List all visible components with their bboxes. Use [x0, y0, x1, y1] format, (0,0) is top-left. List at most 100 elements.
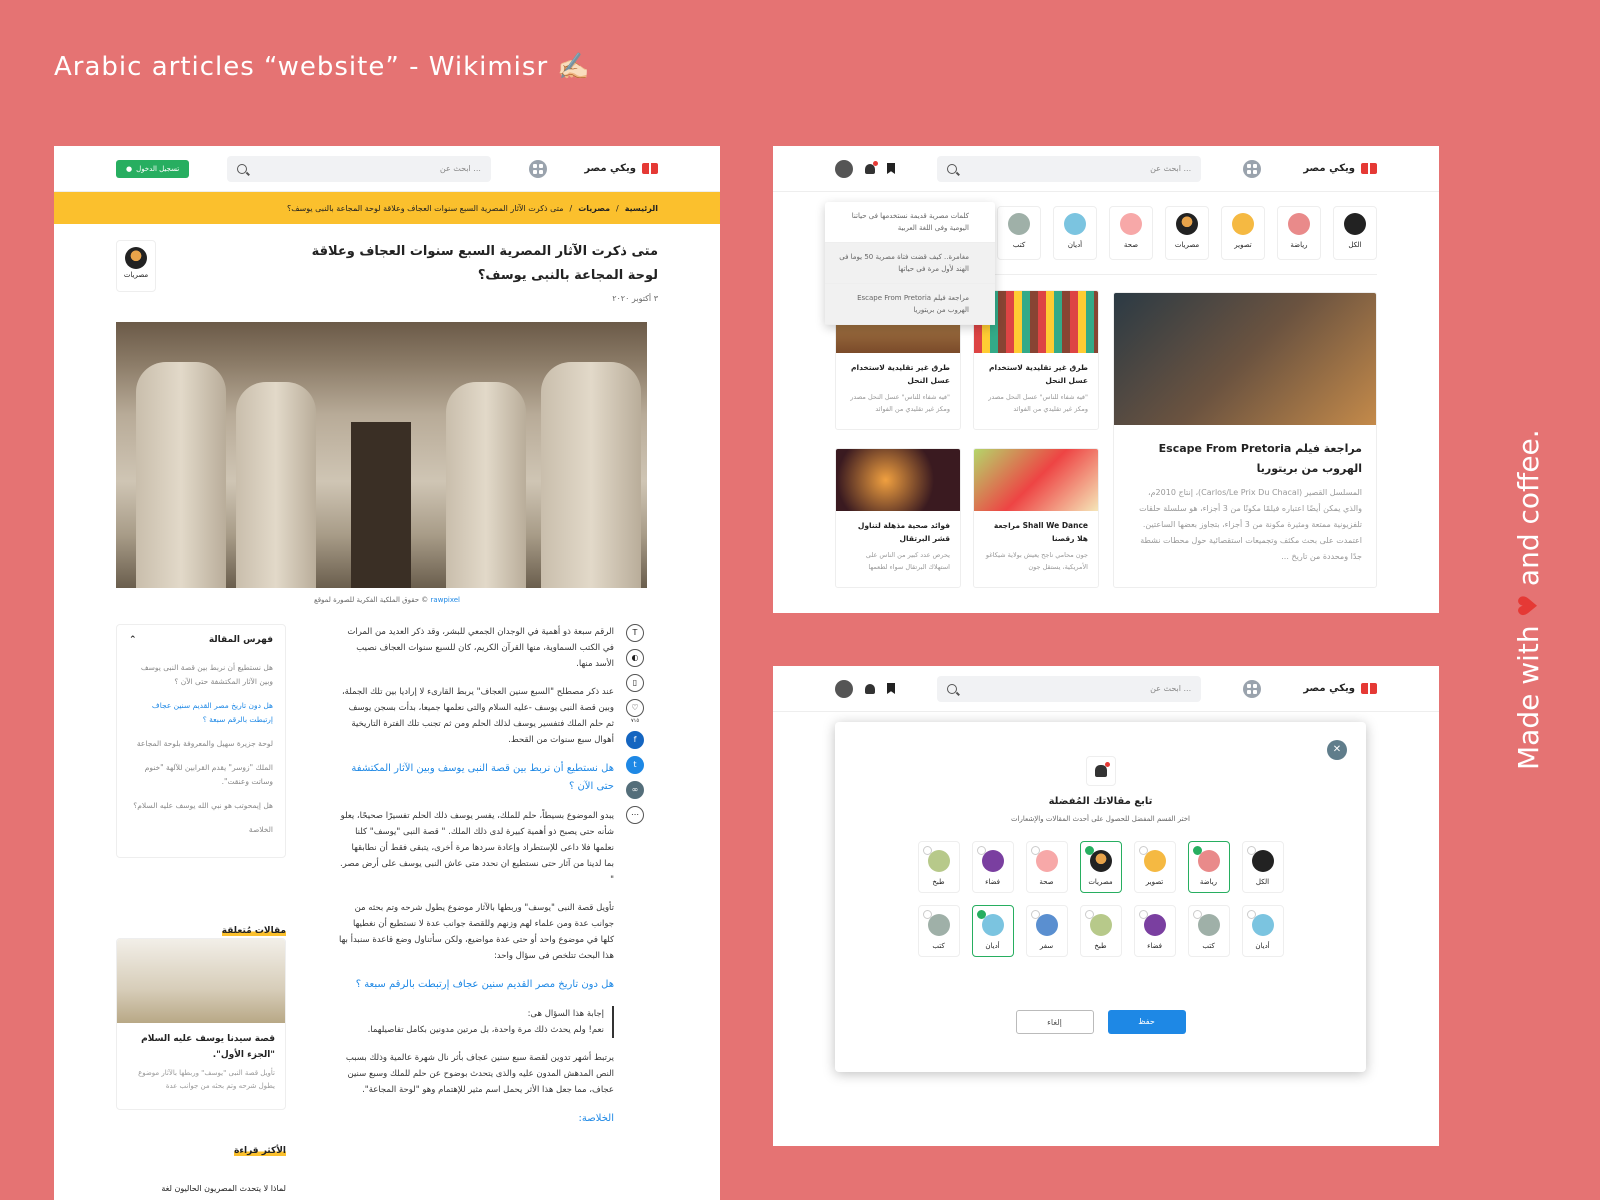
made-with-text: Made with ♥ and coffee.: [1512, 429, 1545, 770]
made-with-prefix: Made with: [1512, 625, 1545, 770]
close-icon[interactable]: ✕: [1327, 740, 1347, 760]
popular-title: الأكثر قراءة: [234, 1146, 286, 1156]
category-item[interactable]: رياضة: [1277, 206, 1321, 260]
category-item[interactable]: أديان: [1053, 206, 1097, 260]
article-panel: ● تسجيل الدخول ابحث عن ... ويكي مصر الرئي…: [54, 146, 720, 1200]
toc-item[interactable]: لوحة جزيرة سهيل والمعروفة بلوحة المجاعة: [129, 737, 273, 751]
category-option[interactable]: فضاء: [971, 841, 1014, 893]
category-item[interactable]: كتب: [997, 206, 1041, 260]
category-avatar: [125, 247, 147, 269]
search-input[interactable]: ابحث عن ...: [937, 155, 1202, 182]
save-button[interactable]: حفظ: [1107, 1010, 1186, 1034]
category-option[interactable]: أديان: [971, 905, 1014, 957]
modal-subtitle: اختر القسم المفضل للحصول على أحدث المقال…: [1011, 815, 1190, 823]
credit-link[interactable]: rawpixel: [431, 596, 460, 604]
toc-item[interactable]: هل نستطيع أن نربط بين قصة النبى يوسف وبي…: [129, 661, 273, 689]
notification-item[interactable]: كلمات مصرية قديمة نستخدمها فى حياتنا الي…: [825, 202, 995, 243]
category-badge[interactable]: مصريات: [116, 240, 156, 292]
twitter-icon[interactable]: t: [626, 756, 644, 774]
page-title: Arabic articles “website” - Wikimisr ✍🏻: [54, 52, 591, 82]
search-icon: [947, 163, 958, 174]
bell-icon[interactable]: [865, 160, 878, 174]
search-icon: [236, 163, 247, 174]
font-size-icon[interactable]: T: [626, 624, 644, 642]
heart-icon: ♥: [1513, 594, 1544, 618]
logo[interactable]: ويكي مصر: [1303, 683, 1377, 694]
logo[interactable]: ويكي مصر: [1303, 163, 1377, 174]
book-icon: [1360, 163, 1377, 174]
apps-icon[interactable]: [528, 159, 547, 178]
category-item[interactable]: الكل: [1333, 206, 1377, 260]
modal-title: تابع مقالاتك المُفضلة: [1048, 796, 1153, 807]
share-bar: T ◐ ▯ ♡ ٧١٥ f t ∞ ⋯: [626, 624, 646, 831]
category-grid: الكل رياضة تصوير مصريات صحة فضاء طبخ أدي…: [911, 841, 1291, 957]
category-option[interactable]: أديان: [1241, 905, 1284, 957]
paragraph: يبدو الموضوع بسيطاً، حلم للملك، يفسر يوس…: [339, 811, 614, 885]
link-icon[interactable]: ∞: [626, 781, 644, 799]
bookmark-icon[interactable]: [887, 683, 895, 694]
header: ابحث عن ... ويكي مصر: [773, 146, 1439, 192]
bookmark-icon[interactable]: [887, 163, 895, 174]
home-panel: ابحث عن ... ويكي مصر الكل رياضة تصوير مص…: [773, 146, 1439, 613]
search-input[interactable]: ابحث عن ...: [937, 675, 1202, 702]
notification-item[interactable]: مغامرة.. كيف قضت فتاة مصرية 50 يوما فى ا…: [825, 243, 995, 284]
paragraph: عند ذكر مصطلح "السبع سنين العجاف" يربط ا…: [341, 687, 614, 745]
category-item[interactable]: صحة: [1109, 206, 1153, 260]
category-option[interactable]: رياضة: [1187, 841, 1230, 893]
subheading: هل دون تاريخ مصر القديم سنين عجاف إرتبطت…: [355, 979, 614, 990]
crumb-home[interactable]: الرئيسية: [625, 204, 658, 213]
collapse-icon[interactable]: ⌃: [129, 635, 137, 645]
category-option[interactable]: طبخ: [1079, 905, 1122, 957]
header: ● تسجيل الدخول ابحث عن ... ويكي مصر: [54, 146, 720, 192]
category-option[interactable]: كتب: [917, 905, 960, 957]
table-of-contents: فهرس المقالة ⌃ هل نستطيع أن نربط بين قصة …: [116, 624, 286, 858]
book-icon: [641, 163, 658, 174]
bell-icon[interactable]: [865, 683, 875, 694]
breadcrumb: الرئيسية / مصريات / متى ذكرت الآثار المصري…: [54, 192, 720, 224]
related-title: مقالات مُتعلقة: [221, 926, 286, 936]
article-card[interactable]: فوائد صحية مذهلة لتناول قشر البرتقال يحرص…: [835, 448, 961, 588]
article-date: ٣ أكتوبر ٢٠٢٠: [612, 294, 658, 303]
related-card[interactable]: قصة سيدنا يوسف عليه السلام "الجزء الأول"…: [116, 938, 286, 1110]
facebook-icon[interactable]: f: [626, 731, 644, 749]
cancel-button[interactable]: إلغاء: [1015, 1010, 1094, 1034]
toc-item[interactable]: هل دون تاريخ مصر القديم سنين عجاف إرتبطت…: [129, 699, 273, 727]
blockquote: إجابة هذا السؤال هى: نعم! ولم يحدث ذلك مر…: [339, 1006, 614, 1038]
likes-count: ٧١٥: [630, 718, 640, 724]
search-input[interactable]: ابحث عن ...: [226, 155, 491, 182]
category-item[interactable]: تصوير: [1221, 206, 1265, 260]
category-option[interactable]: فضاء: [1133, 905, 1176, 957]
theme-icon[interactable]: ◐: [626, 649, 644, 667]
article-card[interactable]: Shall We Dance مراجعة هلا رقصنا جون محامي…: [973, 448, 1099, 588]
heart-icon[interactable]: ♡: [626, 699, 644, 717]
login-button[interactable]: ● تسجيل الدخول: [116, 159, 190, 178]
category-item[interactable]: مصريات: [1165, 206, 1209, 260]
more-icon[interactable]: ⋯: [626, 806, 644, 824]
paragraph: الرقم سبعة ذو أهمية في الوجدان الجمعي لل…: [347, 627, 614, 669]
toc-item[interactable]: هل إيمحوتب هو نبي الله يوسف عليه السلام؟: [129, 799, 273, 813]
user-icon[interactable]: [835, 159, 853, 178]
featured-card[interactable]: مراجعة فيلم Escape From Pretoria الهروب …: [1113, 292, 1377, 588]
apps-icon[interactable]: [1243, 679, 1262, 698]
category-option[interactable]: صحة: [1025, 841, 1068, 893]
subheading: هل نستطيع أن نربط بين قصة النبى يوسف وبي…: [351, 763, 614, 792]
category-option[interactable]: سفر: [1025, 905, 1068, 957]
paragraph: تأويل قصة النبى "يوسف" وربطها بالآثار مو…: [339, 903, 614, 961]
header: ابحث عن ... ويكي مصر: [773, 666, 1439, 712]
popular-item[interactable]: لماذا لا يتحدث المصريون الحاليون لغة: [116, 1184, 286, 1193]
bookmark-icon[interactable]: ▯: [626, 674, 644, 692]
category-option[interactable]: طبخ: [917, 841, 960, 893]
toc-item[interactable]: الخلاصة: [129, 823, 273, 837]
notification-item[interactable]: مراجعة فيلم Escape From Pretoria الهروب …: [825, 284, 995, 325]
toc-item[interactable]: الملك "زوسر" يقدم القرابين للآلهة "خنوم …: [129, 761, 273, 789]
category-option[interactable]: مصريات: [1079, 841, 1122, 893]
article-title: متى ذكرت الآثار المصرية السبع سنوات العج…: [311, 244, 658, 283]
apps-icon[interactable]: [1243, 159, 1262, 178]
category-option[interactable]: تصوير: [1133, 841, 1176, 893]
follow-panel: ابحث عن ... ويكي مصر ✕ تابع مقالاتك المُ…: [773, 666, 1439, 1146]
user-icon[interactable]: [835, 679, 853, 698]
category-option[interactable]: الكل: [1241, 841, 1284, 893]
crumb-category[interactable]: مصريات: [578, 204, 610, 213]
logo[interactable]: ويكي مصر: [584, 163, 658, 174]
category-option[interactable]: كتب: [1187, 905, 1230, 957]
